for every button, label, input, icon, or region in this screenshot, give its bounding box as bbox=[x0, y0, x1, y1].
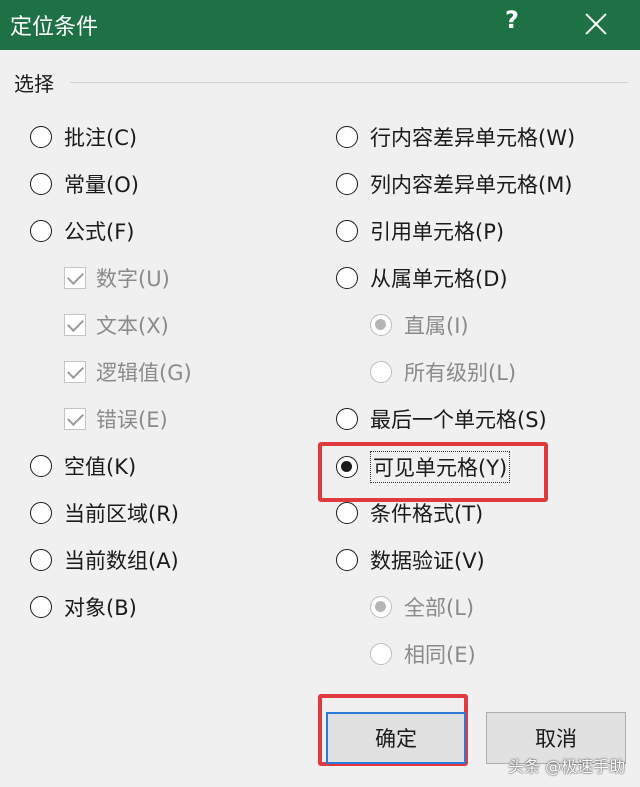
radio-blanks[interactable]: 空值(K) bbox=[30, 451, 136, 481]
option-label: 对象(B) bbox=[64, 596, 137, 620]
help-button[interactable]: ? bbox=[500, 6, 524, 34]
close-icon[interactable] bbox=[580, 8, 612, 40]
radio-constants[interactable]: 常量(O) bbox=[30, 169, 139, 199]
radio-circle[interactable] bbox=[30, 220, 52, 242]
radio-circle[interactable] bbox=[370, 314, 392, 336]
radio-circle[interactable] bbox=[336, 502, 358, 524]
radio-row-differences[interactable]: 行内容差异单元格(W) bbox=[336, 122, 575, 152]
checkbox-box[interactable] bbox=[64, 408, 86, 430]
option-label: 公式(F) bbox=[64, 220, 135, 244]
checkbox-errors[interactable]: 错误(E) bbox=[64, 404, 168, 434]
watermark: 头条 @极速手助 bbox=[508, 757, 626, 776]
radio-column-differences[interactable]: 列内容差异单元格(M) bbox=[336, 169, 573, 199]
ok-button[interactable]: 确定 bbox=[326, 712, 466, 764]
radio-precedents[interactable]: 引用单元格(P) bbox=[336, 216, 504, 246]
radio-conditional-formats[interactable]: 条件格式(T) bbox=[336, 498, 483, 528]
radio-circle[interactable] bbox=[336, 126, 358, 148]
radio-all-levels[interactable]: 所有级别(L) bbox=[370, 357, 516, 387]
option-label: 直属(I) bbox=[404, 314, 469, 338]
radio-circle[interactable] bbox=[336, 267, 358, 289]
radio-circle[interactable] bbox=[370, 643, 392, 665]
highlight-visible-cells bbox=[318, 442, 548, 502]
option-label: 数字(U) bbox=[96, 267, 170, 291]
option-label: 行内容差异单元格(W) bbox=[370, 126, 576, 150]
option-label: 最后一个单元格(S) bbox=[370, 408, 547, 432]
option-label: 错误(E) bbox=[96, 408, 168, 432]
option-label: 常量(O) bbox=[64, 173, 139, 197]
option-label: 引用单元格(P) bbox=[370, 220, 505, 244]
option-label: 相同(E) bbox=[404, 643, 476, 667]
window-title: 定位条件 bbox=[10, 15, 99, 40]
checkbox-box[interactable] bbox=[64, 314, 86, 336]
group-divider bbox=[70, 82, 628, 83]
radio-circle[interactable] bbox=[336, 408, 358, 430]
option-label: 列内容差异单元格(M) bbox=[370, 173, 573, 197]
option-label: 逻辑值(G) bbox=[96, 361, 192, 385]
option-label: 全部(L) bbox=[404, 596, 475, 620]
radio-dependents[interactable]: 从属单元格(D) bbox=[336, 263, 508, 293]
option-label: 当前区域(R) bbox=[64, 502, 179, 526]
checkbox-box[interactable] bbox=[64, 361, 86, 383]
checkbox-numbers[interactable]: 数字(U) bbox=[64, 263, 170, 293]
title-bar: 定位条件 ? bbox=[0, 0, 640, 50]
checkbox-box[interactable] bbox=[64, 267, 86, 289]
option-label: 批注(C) bbox=[64, 126, 138, 150]
radio-formulas[interactable]: 公式(F) bbox=[30, 216, 134, 246]
option-label: 当前数组(A) bbox=[64, 549, 179, 573]
radio-circle[interactable] bbox=[336, 173, 358, 195]
checkbox-logicals[interactable]: 逻辑值(G) bbox=[64, 357, 192, 387]
option-label: 空值(K) bbox=[64, 455, 137, 479]
radio-last-cell[interactable]: 最后一个单元格(S) bbox=[336, 404, 547, 434]
option-label: 数据验证(V) bbox=[370, 549, 485, 573]
radio-circle[interactable] bbox=[370, 596, 392, 618]
radio-circle[interactable] bbox=[30, 596, 52, 618]
checkbox-text[interactable]: 文本(X) bbox=[64, 310, 169, 340]
option-label: 所有级别(L) bbox=[404, 361, 517, 385]
radio-circle[interactable] bbox=[336, 549, 358, 571]
option-label: 从属单元格(D) bbox=[370, 267, 508, 291]
radio-circle[interactable] bbox=[30, 455, 52, 477]
radio-circle[interactable] bbox=[30, 126, 52, 148]
group-label-select: 选择 bbox=[14, 72, 54, 96]
radio-circle[interactable] bbox=[370, 361, 392, 383]
radio-circle[interactable] bbox=[336, 220, 358, 242]
option-label: 文本(X) bbox=[96, 314, 169, 338]
radio-current-region[interactable]: 当前区域(R) bbox=[30, 498, 179, 528]
radio-data-validation[interactable]: 数据验证(V) bbox=[336, 545, 485, 575]
option-label: 条件格式(T) bbox=[370, 502, 484, 526]
radio-validation-same[interactable]: 相同(E) bbox=[370, 639, 476, 669]
radio-circle[interactable] bbox=[30, 549, 52, 571]
radio-current-array[interactable]: 当前数组(A) bbox=[30, 545, 179, 575]
radio-objects[interactable]: 对象(B) bbox=[30, 592, 137, 622]
radio-comments[interactable]: 批注(C) bbox=[30, 122, 137, 152]
radio-circle[interactable] bbox=[30, 502, 52, 524]
radio-circle[interactable] bbox=[30, 173, 52, 195]
radio-direct-only[interactable]: 直属(I) bbox=[370, 310, 469, 340]
radio-validation-all[interactable]: 全部(L) bbox=[370, 592, 474, 622]
